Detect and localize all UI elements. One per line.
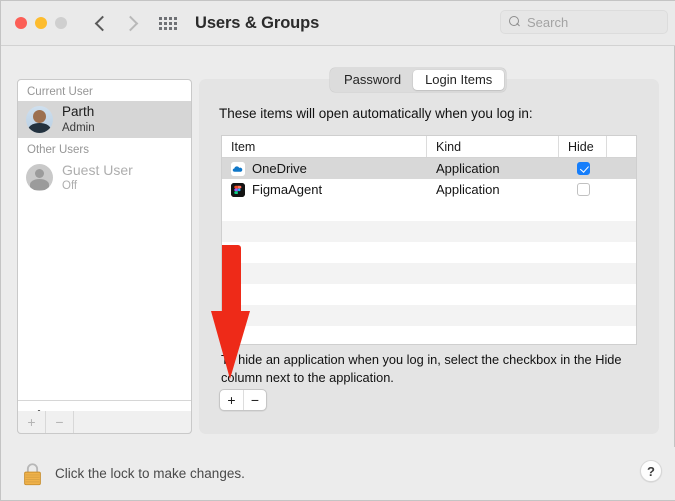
login-item-add-remove-group: + − (219, 389, 267, 411)
sidebar-toolbar: + − (17, 411, 192, 434)
help-button[interactable]: ? (640, 460, 662, 482)
close-window-button[interactable] (15, 17, 27, 29)
table-empty-row (222, 221, 636, 242)
sidebar-item-guest-user[interactable]: Guest User Off (18, 159, 191, 196)
figma-icon (231, 182, 245, 197)
cell-item: FigmaAgent (222, 179, 427, 200)
add-login-item-button[interactable]: + (220, 390, 243, 410)
item-name: FigmaAgent (252, 182, 323, 197)
zoom-window-button[interactable] (55, 17, 67, 29)
page-title: Users & Groups (195, 13, 320, 32)
cell-hide (559, 179, 607, 200)
users-sidebar: Current User Parth Admin Other Users Gue… (17, 79, 192, 434)
panel-description: These items will open automatically when… (219, 106, 533, 121)
closed-padlock-icon[interactable] (21, 461, 44, 487)
column-header-kind[interactable]: Kind (427, 136, 559, 157)
window-bottom-bar: Click the lock to make changes. ? (1, 447, 675, 500)
table-empty-row (222, 326, 636, 344)
search-icon (509, 16, 521, 28)
search-field[interactable]: Search (500, 10, 668, 34)
table-empty-row (222, 284, 636, 305)
lock-hint-text: Click the lock to make changes. (55, 466, 245, 481)
avatar (26, 164, 53, 191)
table-empty-row (222, 200, 636, 221)
hide-checkbox[interactable] (576, 162, 590, 175)
search-placeholder: Search (527, 14, 569, 30)
user-name: Guest User (62, 161, 133, 178)
table-row[interactable]: FigmaAgent Application (222, 179, 636, 200)
window-titlebar: Users & Groups Search (1, 1, 675, 46)
sidebar-group-header-current-user: Current User (27, 86, 93, 98)
item-kind: Application (436, 182, 500, 197)
tab-password[interactable]: Password (332, 70, 413, 90)
add-user-button[interactable]: + (18, 411, 46, 433)
table-empty-row (222, 305, 636, 326)
cell-kind: Application (427, 179, 559, 200)
item-kind: Application (436, 161, 500, 176)
table-row[interactable]: OneDrive Application (222, 158, 636, 179)
user-texts: Guest User Off (62, 162, 133, 193)
tab-login-items[interactable]: Login Items (413, 70, 505, 90)
avatar (26, 106, 53, 133)
hide-checkbox[interactable] (576, 183, 590, 196)
column-header-hide[interactable]: Hide (559, 136, 607, 157)
hide-column-hint: To hide an application when you log in, … (221, 352, 622, 385)
table-header-row: Item Kind Hide (222, 136, 636, 158)
column-header-item[interactable]: Item (222, 136, 427, 157)
content-panel: Password Login Items These items will op… (199, 68, 659, 434)
back-chevron-icon[interactable] (95, 17, 107, 29)
user-name: Parth (62, 104, 95, 120)
sidebar-item-parth[interactable]: Parth Admin (18, 101, 191, 138)
cell-hide (559, 158, 607, 179)
user-role: Admin (62, 121, 95, 134)
table-empty-row (222, 263, 636, 284)
remove-login-item-button[interactable]: − (243, 390, 266, 410)
table-empty-row (222, 242, 636, 263)
cell-item: OneDrive (222, 158, 427, 179)
show-all-grid-icon[interactable] (159, 16, 177, 30)
tab-segmented-control: Password Login Items (330, 68, 507, 92)
minimize-window-button[interactable] (35, 17, 47, 29)
users-and-groups-window: Users & Groups Search Current User Parth… (0, 0, 675, 501)
user-texts: Parth Admin (62, 104, 95, 134)
navigation-buttons (95, 17, 137, 29)
remove-user-button[interactable]: − (46, 411, 74, 433)
onedrive-cloud-icon (231, 161, 245, 176)
item-name: OneDrive (252, 161, 307, 176)
traffic-light-group (15, 17, 67, 29)
sidebar-group-header-other-users: Other Users (27, 144, 89, 156)
user-status: Off (62, 180, 78, 193)
cell-kind: Application (427, 158, 559, 179)
forward-chevron-icon[interactable] (125, 17, 137, 29)
login-items-table: Item Kind Hide OneDrive Application Figm… (221, 135, 637, 345)
